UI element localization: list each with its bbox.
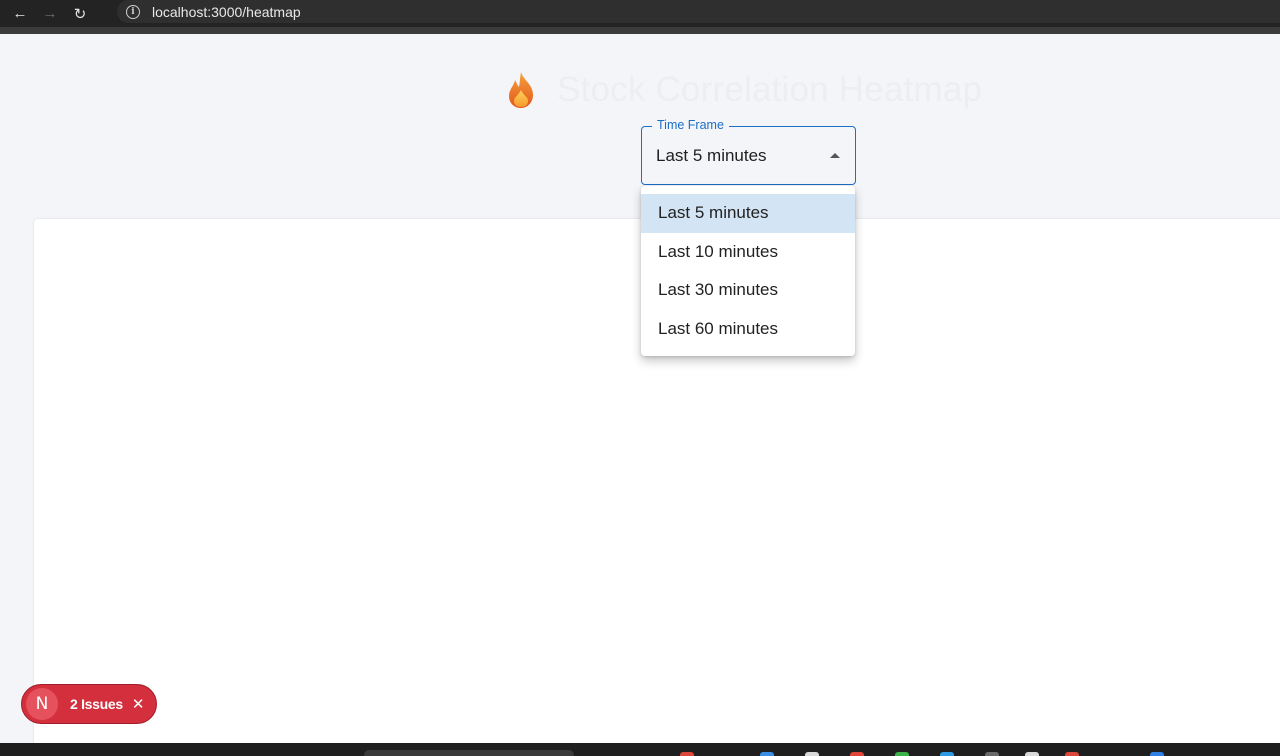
browser-toolbar: ← → ↻ i localhost:3000/heatmap bbox=[0, 0, 1280, 27]
timeframe-menu: Last 5 minutes Last 10 minutes Last 30 m… bbox=[641, 186, 855, 356]
timeframe-value: Last 5 minutes bbox=[656, 146, 767, 165]
taskbar-app-icon[interactable] bbox=[760, 752, 774, 756]
taskbar-app-icon[interactable] bbox=[680, 752, 694, 756]
taskbar-app-icon[interactable] bbox=[1150, 752, 1164, 756]
chrome-divider bbox=[0, 27, 1280, 34]
address-bar[interactable]: i localhost:3000/heatmap bbox=[117, 0, 1280, 23]
caret-up-icon bbox=[830, 153, 840, 158]
issues-label: 2 Issues bbox=[70, 696, 123, 712]
timeframe-select[interactable]: Time Frame Last 5 minutes bbox=[641, 118, 856, 185]
info-icon[interactable]: i bbox=[126, 4, 140, 19]
menu-item-last-30-minutes[interactable]: Last 30 minutes bbox=[641, 271, 855, 310]
taskbar-app-icon[interactable] bbox=[805, 752, 819, 756]
menu-item-last-60-minutes[interactable]: Last 60 minutes bbox=[641, 310, 855, 349]
page-title: Stock Correlation Heatmap bbox=[557, 70, 983, 109]
taskbar-app-icon[interactable] bbox=[1025, 752, 1039, 756]
close-icon[interactable]: ✕ bbox=[132, 695, 145, 713]
reload-icon: ↻ bbox=[73, 5, 87, 23]
timeframe-label: Time Frame bbox=[652, 118, 729, 132]
taskbar-app-icon[interactable] bbox=[895, 752, 909, 756]
arrow-left-icon: ← bbox=[12, 5, 28, 22]
forward-button[interactable]: → bbox=[40, 4, 60, 24]
flame-icon bbox=[509, 72, 533, 108]
menu-item-last-5-minutes[interactable]: Last 5 minutes bbox=[641, 194, 855, 233]
nextjs-logo: N bbox=[26, 688, 58, 720]
menu-item-last-10-minutes[interactable]: Last 10 minutes bbox=[641, 233, 855, 272]
arrow-right-icon: → bbox=[42, 5, 58, 22]
url-text: localhost:3000/heatmap bbox=[152, 3, 301, 20]
reload-button[interactable]: ↻ bbox=[70, 4, 90, 24]
page-header: Stock Correlation Heatmap bbox=[505, 68, 982, 112]
taskbar-app-icon[interactable] bbox=[940, 752, 954, 756]
taskbar-search[interactable] bbox=[364, 750, 574, 756]
taskbar-app-icon[interactable] bbox=[850, 752, 864, 756]
taskbar-app-icon[interactable] bbox=[985, 752, 999, 756]
back-button[interactable]: ← bbox=[10, 4, 30, 24]
issues-badge[interactable]: N 2 Issues ✕ bbox=[21, 684, 157, 724]
taskbar-app-icon[interactable] bbox=[1065, 752, 1079, 756]
taskbar bbox=[0, 743, 1280, 756]
